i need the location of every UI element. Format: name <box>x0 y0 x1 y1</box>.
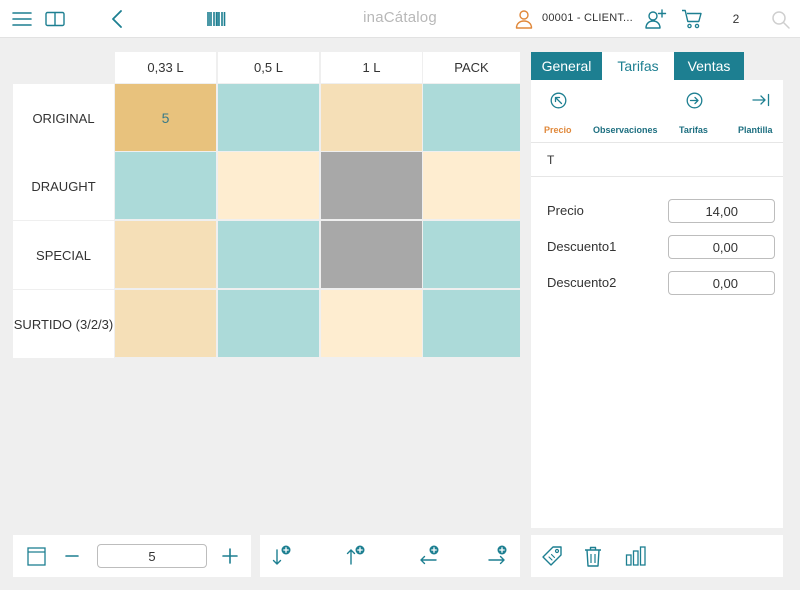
app-title: inaCátalog <box>363 9 437 26</box>
chevron-left-icon[interactable] <box>110 9 124 29</box>
grid-cell[interactable] <box>423 152 520 219</box>
tab-general[interactable]: General <box>531 52 602 80</box>
grid-cell[interactable] <box>115 152 216 219</box>
subtab-plantilla[interactable]: Plantilla <box>738 125 773 135</box>
quantity-bar: 5 <box>13 535 251 577</box>
window-icon[interactable] <box>26 546 46 566</box>
grid-cell[interactable] <box>321 290 422 357</box>
book-icon[interactable] <box>45 10 65 28</box>
user-icon[interactable] <box>514 9 534 29</box>
grid-cell[interactable] <box>218 290 319 357</box>
grid-cell[interactable] <box>218 221 319 288</box>
grid-cell[interactable]: 5 <box>115 84 216 151</box>
grid-cell[interactable] <box>423 221 520 288</box>
plus-icon[interactable] <box>221 547 239 565</box>
column-header: 0,5 L <box>218 52 319 83</box>
descuento2-field[interactable]: 0,00 <box>668 271 775 295</box>
row-header: ORIGINAL <box>13 84 114 152</box>
divider <box>531 142 783 143</box>
grid-cell[interactable] <box>321 152 422 219</box>
trash-icon[interactable] <box>583 545 603 567</box>
grid-cell[interactable] <box>218 84 319 151</box>
cart-count: 2 <box>732 12 740 26</box>
minus-icon[interactable] <box>64 547 80 565</box>
grid-cell[interactable] <box>321 84 422 151</box>
row-header: SPECIAL <box>13 221 114 289</box>
search-icon[interactable] <box>770 9 790 29</box>
row-header: DRAUGHT <box>13 152 114 220</box>
subtabs: Precio Observaciones Tarifas Plantilla <box>531 122 783 142</box>
column-header: 0,33 L <box>115 52 216 83</box>
tarifas-panel: Precio Observaciones Tarifas Plantilla T… <box>531 80 783 528</box>
subtab-observaciones[interactable]: Observaciones <box>593 125 658 135</box>
subtab-tarifas[interactable]: Tarifas <box>679 125 708 135</box>
arrow-right-add-icon[interactable] <box>486 544 510 568</box>
tab-ventas[interactable]: Ventas <box>674 52 744 80</box>
tarifa-code-label: T <box>547 153 555 167</box>
arrow-down-add-icon[interactable] <box>270 544 294 568</box>
grid-cell[interactable] <box>423 84 520 151</box>
client-label[interactable]: 00001 - CLIENT... <box>542 12 633 24</box>
row-header: SURTIDO (3/2/3) <box>13 290 114 358</box>
cart-icon[interactable] <box>681 9 703 29</box>
tab-tarifas[interactable]: Tarifas <box>602 52 674 80</box>
arrow-left-add-icon[interactable] <box>418 544 442 568</box>
descuento2-label: Descuento2 <box>547 275 617 290</box>
tag-icon[interactable] <box>541 545 563 567</box>
arrow-to-end-icon[interactable] <box>751 92 771 108</box>
precio-label: Precio <box>547 203 584 218</box>
arrow-circle-up-left-icon[interactable] <box>549 91 567 109</box>
divider <box>531 176 783 177</box>
panel-tabs: General Tarifas Ventas <box>531 52 744 80</box>
bar-chart-icon[interactable] <box>624 545 646 567</box>
column-header: 1 L <box>321 52 422 83</box>
arrow-up-add-icon[interactable] <box>344 544 368 568</box>
subtab-precio[interactable]: Precio <box>544 125 572 135</box>
actions-bar <box>531 535 783 577</box>
nav-row <box>531 88 783 112</box>
descuento1-field[interactable]: 0,00 <box>668 235 775 259</box>
add-user-icon[interactable] <box>645 8 667 30</box>
menu-icon[interactable] <box>12 10 32 28</box>
arrow-circle-right-icon[interactable] <box>685 91 703 109</box>
grid-cell[interactable] <box>321 221 422 288</box>
column-header: PACK <box>423 52 520 83</box>
barcode-icon[interactable] <box>206 10 226 28</box>
precio-field[interactable]: 14,00 <box>668 199 775 223</box>
top-bar: inaCátalog 00001 - CLIENT... 2 <box>0 0 800 38</box>
descuento1-label: Descuento1 <box>547 239 617 254</box>
grid-cell[interactable] <box>218 152 319 219</box>
grid-cell[interactable] <box>115 221 216 288</box>
grid-nav-bar <box>260 535 520 577</box>
grid-cell[interactable] <box>423 290 520 357</box>
quantity-input[interactable]: 5 <box>97 544 207 568</box>
grid-cell[interactable] <box>115 290 216 357</box>
